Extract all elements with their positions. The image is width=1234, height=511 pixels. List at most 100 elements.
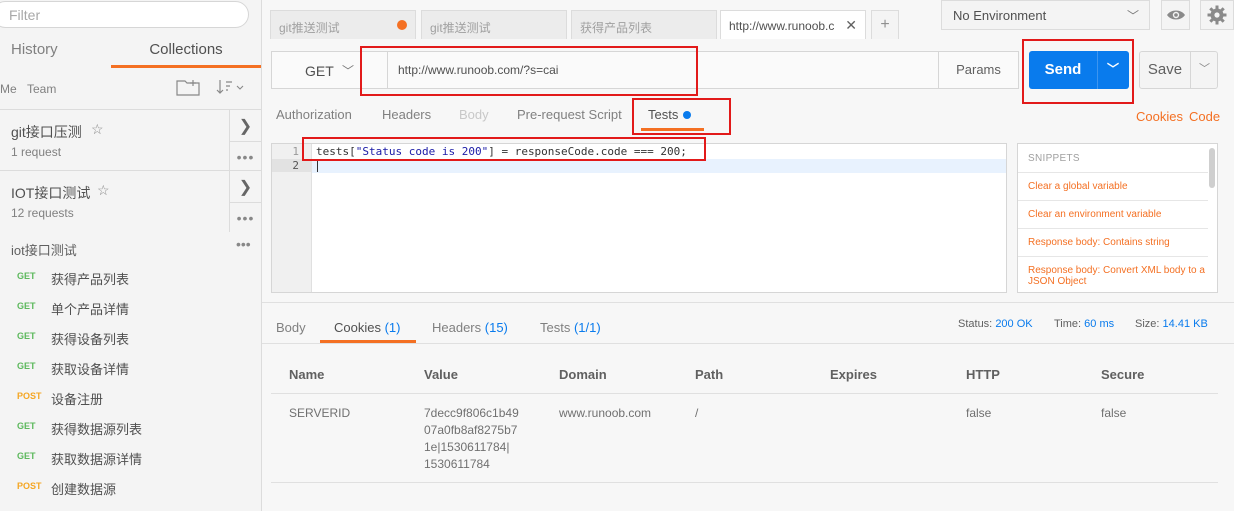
close-icon[interactable]: ✕ <box>845 17 857 34</box>
chevron-down-icon[interactable]: ﹀ <box>1097 51 1129 89</box>
star-icon[interactable]: ☆ <box>91 121 104 138</box>
response-tab-body[interactable]: Body <box>276 320 306 335</box>
tab-count: (1/1) <box>573 320 601 335</box>
gear-icon <box>1207 5 1227 25</box>
request-item[interactable]: POST 设备注册 <box>0 382 261 412</box>
request-item[interactable]: POST 创建数据源 <box>0 472 261 502</box>
more-icon[interactable]: ••• <box>236 236 251 252</box>
star-icon[interactable]: ☆ <box>97 182 110 199</box>
snippet-link[interactable]: Response body: Convert XML body to a JSO… <box>1028 265 1208 287</box>
snippet-link[interactable]: Response body: Contains string <box>1028 237 1208 248</box>
collection-name: git接口压测 <box>11 124 82 140</box>
snippet-link[interactable]: Clear an environment variable <box>1028 209 1208 220</box>
add-tab-button[interactable]: + <box>871 10 899 39</box>
method-select[interactable]: GET ﹀ <box>272 52 388 88</box>
request-item[interactable]: GET 获取设备详情 <box>0 352 261 382</box>
tab-label: Tests <box>540 320 571 335</box>
code-token: ] = responseCode.code === 200; <box>488 145 687 158</box>
request-tab[interactable]: git推送测试 <box>270 10 416 39</box>
line-number: 1 <box>292 145 299 158</box>
tab-pre-request-script[interactable]: Pre-request Script <box>517 107 622 122</box>
tests-indicator-dot <box>683 111 691 119</box>
tab-label: git推送测试 <box>430 21 491 35</box>
response-tab-tests[interactable]: Tests (1/1) <box>540 320 601 335</box>
chevron-down-icon: ﹀ <box>342 64 355 78</box>
time-label: Time: <box>1054 318 1082 330</box>
tab-body[interactable]: Body <box>459 107 489 122</box>
request-item[interactable]: GET 获取数据源详情 <box>0 442 261 472</box>
status-value: 200 OK <box>995 318 1033 330</box>
request-name: 获得设备列表 <box>51 332 130 347</box>
response-tab-headers[interactable]: Headers (15) <box>432 320 508 335</box>
folder-item[interactable]: iot接口测试 ••• <box>0 232 261 260</box>
request-name: 获取设备详情 <box>51 362 130 377</box>
snippets-panel: SNIPPETS Clear a global variable Clear a… <box>1017 143 1218 293</box>
new-folder-icon[interactable] <box>176 78 200 96</box>
tab-authorization[interactable]: Authorization <box>276 107 352 122</box>
tab-history[interactable]: History <box>11 36 58 68</box>
request-item[interactable]: GET 获得产品列表 <box>0 262 261 292</box>
chevron-down-icon[interactable]: ﹀ <box>1191 52 1218 86</box>
divider <box>271 393 1218 394</box>
chevron-right-icon[interactable]: ❯ <box>229 110 261 141</box>
request-item[interactable]: GET 获得设备列表 <box>0 322 261 352</box>
collection-request-count: 12 requests <box>11 206 74 220</box>
line-number: 2 <box>272 159 312 172</box>
save-button[interactable]: Save ﹀ <box>1139 51 1218 89</box>
tab-tests[interactable]: Tests <box>648 107 678 122</box>
tab-label: 获得产品列表 <box>580 21 653 35</box>
collection-request-count: 1 request <box>11 145 62 159</box>
response-tab-cookies[interactable]: Cookies (1) <box>334 320 400 335</box>
request-item[interactable]: GET 单个产品详情 <box>0 292 261 322</box>
params-button[interactable]: Params <box>938 52 1018 88</box>
method-badge: GET <box>17 301 36 311</box>
code-link[interactable]: Code <box>1189 109 1220 124</box>
size-label: Size: <box>1135 318 1160 330</box>
divider <box>1018 172 1208 173</box>
collection-item[interactable]: git接口压测 ☆ 1 request ❯ ••• <box>0 109 261 171</box>
divider <box>271 482 1218 483</box>
request-tab[interactable]: git推送测试 <box>421 10 567 39</box>
snippet-link[interactable]: Clear a global variable <box>1028 181 1208 192</box>
request-name: 设备注册 <box>51 392 104 407</box>
divider <box>1018 228 1208 229</box>
eye-icon <box>1166 10 1185 20</box>
column-header: Name <box>289 367 325 382</box>
active-line-highlight <box>312 159 1006 173</box>
more-icon[interactable]: ••• <box>229 141 261 171</box>
cookie-path: / <box>695 406 699 420</box>
chevron-right-icon[interactable]: ❯ <box>229 171 261 202</box>
column-header: Domain <box>559 367 607 382</box>
more-icon[interactable]: ••• <box>229 202 261 232</box>
request-item[interactable]: GET 获得数据源列表 <box>0 412 261 442</box>
request-tab-active[interactable]: http://www.runoob.c ✕ <box>720 10 866 39</box>
request-name: 获得产品列表 <box>51 272 130 287</box>
tab-headers[interactable]: Headers <box>382 107 431 122</box>
environment-value: No Environment <box>953 8 1047 23</box>
sidebar: History Collections Me Team git接口压测 ☆ 1 … <box>0 0 262 511</box>
filter-input[interactable] <box>0 1 249 28</box>
scrollbar[interactable] <box>1209 148 1215 188</box>
tab-count: (1) <box>384 320 401 335</box>
column-header: HTTP <box>966 367 1000 382</box>
cookie-value-line: 7decc9f806c1b49 <box>424 406 519 420</box>
tests-editor[interactable]: 1 2 tests["Status code is 200"] = respon… <box>271 143 1007 293</box>
method-badge: GET <box>17 451 36 461</box>
request-tab[interactable]: 获得产品列表 <box>571 10 717 39</box>
url-input[interactable] <box>388 52 938 88</box>
scope-me[interactable]: Me <box>0 82 17 96</box>
scope-team[interactable]: Team <box>27 82 56 96</box>
collection-item[interactable]: IOT接口测试 ☆ 12 requests ❯ ••• <box>0 170 261 232</box>
code-token: tests[ <box>316 145 356 158</box>
environment-quick-look-button[interactable] <box>1161 0 1190 30</box>
send-label: Send <box>1044 61 1082 78</box>
folder-name: iot接口测试 <box>11 243 77 258</box>
active-tab-underline <box>641 128 704 131</box>
tab-collections[interactable]: Collections <box>111 36 261 68</box>
cookie-name: SERVERID <box>289 406 351 420</box>
settings-button[interactable] <box>1200 0 1234 30</box>
environment-select[interactable]: No Environment ﹀ <box>941 0 1150 30</box>
cookies-link[interactable]: Cookies <box>1136 109 1183 124</box>
sort-icon[interactable] <box>216 79 244 95</box>
send-button[interactable]: Send ﹀ <box>1029 51 1129 89</box>
